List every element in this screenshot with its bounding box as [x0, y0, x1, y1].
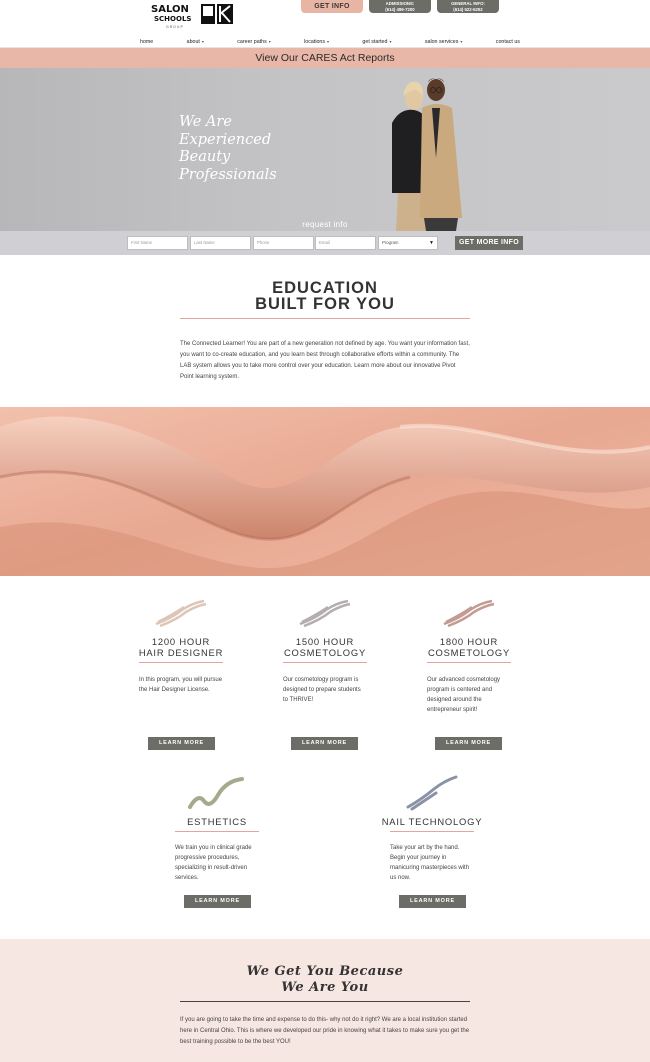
caret-down-icon: ▼ [429, 240, 434, 246]
program-title-line: 1200 HOUR [151, 636, 211, 647]
hero-line: Beauty [179, 149, 231, 165]
divider [283, 662, 367, 663]
nav-label: career paths [237, 38, 267, 45]
divider [180, 1001, 470, 1002]
hero-line: We Are [179, 114, 232, 130]
divider [180, 318, 470, 319]
chevron-down-icon: ▾ [327, 39, 330, 44]
nav-home[interactable]: home [140, 37, 153, 46]
chevron-down-icon: ▾ [460, 39, 463, 44]
admissions-phone: (614) 499-7200 [385, 6, 415, 12]
nav-label: contact us [495, 38, 520, 45]
hero-headline: We Are Experienced Beauty Professionals [179, 114, 277, 184]
program-select[interactable]: Program ▼ [378, 236, 438, 250]
hero-banner: We Are Experienced Beauty Professionals [0, 68, 650, 231]
nav-salon-services[interactable]: salon services ▾ [425, 37, 463, 46]
request-info-form: First Name Last Name Phone Email Program… [0, 231, 650, 255]
svg-text:SALON: SALON [151, 4, 189, 15]
brush-stroke-icon [443, 599, 495, 628]
site-header: SALON SCHOOLS GROUP GET INFO ADMISSIONS:… [0, 0, 650, 48]
learn-more-button[interactable]: LEARN MORE [435, 737, 502, 750]
divider [175, 831, 259, 832]
program-title-line: 1800 HOUR [439, 636, 499, 647]
chevron-down-icon: ▾ [389, 39, 392, 44]
about-heading: We Get You Because We Are You [0, 964, 650, 995]
learn-more-button[interactable]: LEARN MORE [148, 737, 215, 750]
nav-about[interactable]: about ▾ [187, 37, 204, 46]
program-description: We train you in clinical grade progressi… [175, 845, 252, 881]
decorative-texture-image [0, 407, 650, 576]
education-heading-line: EDUCATION [272, 279, 378, 297]
request-info-tab[interactable]: request info [297, 218, 353, 231]
hero-line: Experienced [179, 131, 272, 148]
about-description: If you are going to take the time and ex… [180, 1017, 470, 1045]
program-title-line: ESTHETICS [187, 816, 247, 827]
nav-label: locations [304, 38, 326, 45]
nav-career-paths[interactable]: career paths ▾ [237, 37, 270, 46]
brush-stroke-icon [299, 599, 351, 628]
cares-act-banner-link[interactable]: View Our CARES Act Reports [0, 48, 650, 68]
nav-label: get started [362, 38, 388, 45]
nav-get-started[interactable]: get started ▾ [362, 37, 391, 46]
program-title: NAIL TECHNOLOGY [372, 816, 492, 827]
about-heading-line: We Get You Because [246, 964, 404, 979]
nav-locations[interactable]: locations ▾ [304, 37, 329, 46]
get-info-button[interactable]: GET INFO [301, 0, 363, 13]
program-description: Our cosmetology program is designed to p… [283, 677, 361, 703]
divider [427, 662, 511, 663]
svg-text:GROUP: GROUP [166, 25, 184, 29]
education-description: The Connected Learner! You are part of a… [180, 341, 470, 380]
program-title: 1200 HOUR HAIR DESIGNER [121, 636, 241, 658]
get-more-info-button[interactable]: GET MORE INFO [455, 236, 523, 250]
program-description: Our advanced cosmetology program is cent… [427, 677, 501, 713]
brush-stroke-icon [155, 599, 207, 628]
nav-contact-us[interactable]: contact us [496, 37, 520, 46]
chevron-down-icon: ▾ [268, 39, 271, 44]
main-nav: home about ▾ career paths ▾ locations ▾ get… [140, 37, 520, 46]
program-select-value: Program [382, 240, 399, 245]
program-title: ESTHETICS [157, 816, 277, 827]
program-title-line: COSMETOLOGY [283, 647, 367, 658]
divider [139, 662, 223, 663]
program-description: Take your art by the hand. Begin your jo… [390, 845, 470, 881]
general-info-phone-button[interactable]: GENERAL INFO: (614) 522-5252 [437, 0, 499, 13]
education-heading-line: BUILT FOR YOU [255, 295, 395, 313]
salon-schools-group-logo[interactable]: SALON SCHOOLS GROUP [150, 2, 236, 30]
nav-label: salon services [424, 38, 459, 45]
about-heading-line: We Are You [281, 979, 369, 995]
program-title-line: 1500 HOUR [295, 636, 355, 647]
program-description: In this program, you will pursue the Hai… [139, 677, 223, 693]
learn-more-button[interactable]: LEARN MORE [399, 895, 466, 908]
program-title: 1500 HOUR COSMETOLOGY [265, 636, 385, 658]
hero-line: Professionals [179, 166, 277, 183]
brush-stroke-icon [406, 775, 458, 811]
phone-field[interactable]: Phone [253, 236, 314, 250]
program-title-line: COSMETOLOGY [427, 647, 511, 658]
program-title-line: NAIL TECHNOLOGY [381, 816, 483, 827]
svg-text:SCHOOLS: SCHOOLS [154, 15, 191, 23]
brush-stroke-icon [188, 777, 244, 809]
admissions-phone-button[interactable]: ADMISSIONS: (614) 499-7200 [369, 0, 431, 13]
learn-more-button[interactable]: LEARN MORE [184, 895, 251, 908]
general-info-phone: (614) 522-5252 [453, 6, 483, 12]
program-title-line: HAIR DESIGNER [138, 647, 224, 658]
chevron-down-icon: ▾ [201, 39, 204, 44]
hero-models-photo [392, 78, 462, 231]
last-name-field[interactable]: Last Name [190, 236, 251, 250]
nav-label: about [186, 38, 200, 45]
education-heading: EDUCATION BUILT FOR YOU [0, 279, 650, 313]
nav-label: home [140, 38, 154, 45]
first-name-field[interactable]: First Name [127, 236, 188, 250]
divider [390, 831, 474, 832]
program-title: 1800 HOUR COSMETOLOGY [409, 636, 529, 658]
email-field[interactable]: Email [315, 236, 376, 250]
learn-more-button[interactable]: LEARN MORE [291, 737, 358, 750]
